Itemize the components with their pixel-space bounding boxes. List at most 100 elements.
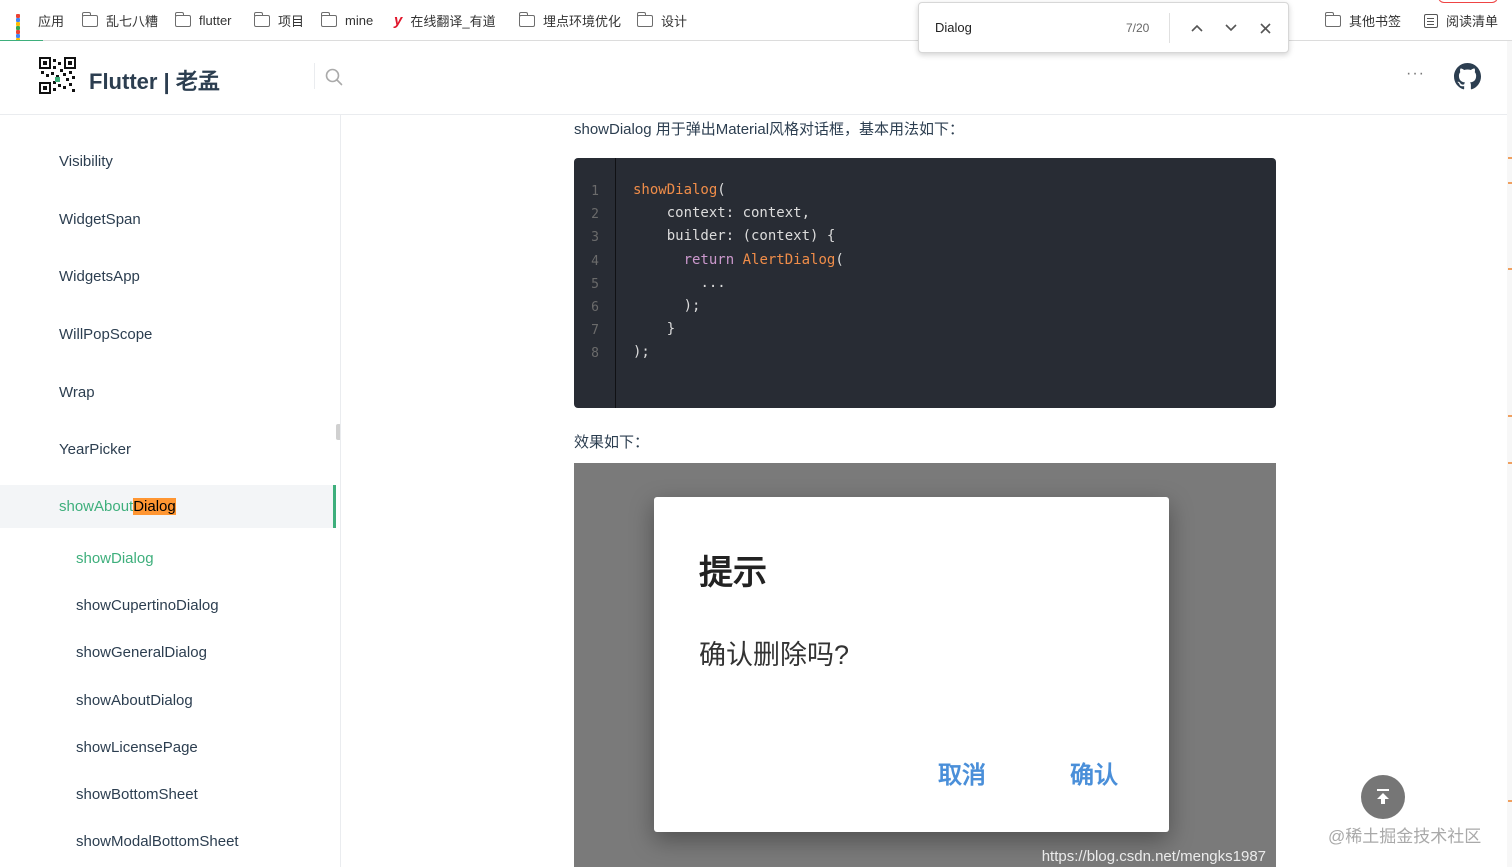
find-separator xyxy=(1169,13,1170,43)
bookmark-folder-projects[interactable]: 项目 xyxy=(253,0,305,41)
code-token: context: context, xyxy=(666,205,811,222)
bookmark-youdao[interactable]: y 在线翻译_有道 xyxy=(394,0,496,41)
line-number: 1 xyxy=(591,184,599,199)
back-to-top-button[interactable] xyxy=(1361,775,1405,819)
sidebar-scrollbar[interactable] xyxy=(336,424,340,440)
qr-code-logo[interactable] xyxy=(39,57,76,94)
bookmark-label: 项目 xyxy=(278,14,305,29)
folder-icon xyxy=(174,11,191,27)
result-label: 效果如下： xyxy=(574,434,650,451)
sidebar-subitem-showlicensepage[interactable]: showLicensePage xyxy=(0,739,336,756)
sidebar-subitem-showmodalbottomsheet[interactable]: showModalBottomSheet xyxy=(0,833,336,850)
folder-icon xyxy=(81,11,98,27)
dialog-title: 提示 xyxy=(699,554,767,592)
edge-marker xyxy=(1508,800,1512,802)
code-token: ( xyxy=(717,182,726,198)
code-line: return AlertDialog( xyxy=(633,252,844,268)
image-watermark: https://blog.csdn.net/mengks1987 xyxy=(1041,848,1266,865)
code-token: return xyxy=(683,251,743,268)
bookmark-other[interactable]: 其他书签 xyxy=(1324,0,1402,41)
edge-marker xyxy=(1508,182,1512,184)
bookmark-folder-misc[interactable]: 乱七八糟 xyxy=(81,0,159,41)
code-token: showDialog xyxy=(633,182,718,198)
sidebar-item-widgetsapp[interactable]: WidgetsApp xyxy=(0,268,336,285)
bookmark-reading-list[interactable]: 阅读清单 xyxy=(1424,0,1498,41)
code-token: ... xyxy=(700,274,726,291)
site-title[interactable]: Flutter | 老孟 xyxy=(89,64,220,96)
dialog-confirm-button: 确认 xyxy=(1070,762,1118,789)
github-icon[interactable] xyxy=(1454,63,1481,90)
edge-marker xyxy=(1508,462,1512,464)
bookmark-folder-tracking[interactable]: 埋点环境优化 xyxy=(518,0,621,41)
sidebar-item-yearpicker[interactable]: YearPicker xyxy=(0,441,336,458)
code-line: ... xyxy=(633,274,726,291)
reading-list-icon xyxy=(1424,13,1438,28)
bookmark-label: 乱七八糟 xyxy=(106,14,159,29)
sidebar-subitem-showaboutdialog[interactable]: showAboutDialog xyxy=(0,692,336,709)
bookmark-label: 应用 xyxy=(38,14,65,29)
sidebar-item-visibility[interactable]: Visibility xyxy=(0,153,336,170)
sidebar-item-widgetspan[interactable]: WidgetSpan xyxy=(0,211,336,228)
close-icon[interactable] xyxy=(1253,16,1277,40)
find-input[interactable]: Dialog xyxy=(935,20,972,35)
bookmark-folder-flutter[interactable]: flutter xyxy=(174,0,232,41)
search-match-highlight: Dialog xyxy=(133,498,176,515)
bookmark-folder-mine[interactable]: mine xyxy=(320,0,374,41)
folder-icon xyxy=(320,11,337,27)
code-line: ); xyxy=(633,298,701,314)
folder-icon xyxy=(1324,11,1341,27)
search-icon[interactable] xyxy=(325,68,343,86)
apps-grid-icon xyxy=(16,13,30,50)
code-token: AlertDialog xyxy=(742,251,836,268)
edge-marker xyxy=(1508,268,1512,270)
code-line: ); xyxy=(633,344,650,360)
sidebar-subitem-showcupertinodialog[interactable]: showCupertinoDialog xyxy=(0,597,336,614)
code-line: builder: (context) { xyxy=(633,228,836,245)
sidebar-subitem-showgeneraldialog[interactable]: showGeneralDialog xyxy=(0,644,336,661)
intro-paragraph: showDialog 用于弹出Material风格对话框，基本用法如下： xyxy=(574,121,965,138)
folder-icon xyxy=(518,11,535,27)
bookmark-label: flutter xyxy=(199,13,232,28)
line-number: 4 xyxy=(591,253,599,269)
code-line: context: context, xyxy=(633,205,810,221)
edge-marker xyxy=(1508,415,1512,417)
bookmark-label: mine xyxy=(345,13,374,28)
line-number: 6 xyxy=(591,300,599,315)
code-token: ); xyxy=(633,344,650,361)
dialog-cancel-button: 取消 xyxy=(938,762,986,789)
line-number: 3 xyxy=(591,230,599,246)
folder-icon xyxy=(636,11,653,27)
line-number: 5 xyxy=(591,276,599,292)
sidebar-subitem-showbottomsheet[interactable]: showBottomSheet xyxy=(0,786,336,803)
folder-icon xyxy=(253,11,270,27)
page-watermark: @稀土掘金技术社区 xyxy=(1328,827,1482,846)
alert-dialog-preview: 提示 确认删除吗? 取消 确认 xyxy=(654,497,1169,832)
edge-marker xyxy=(1508,157,1512,159)
chevron-down-icon[interactable] xyxy=(1219,16,1243,40)
line-number: 8 xyxy=(591,346,599,362)
code-token: builder: (context) { xyxy=(666,228,836,245)
sidebar-subitem-showdialog[interactable]: showDialog xyxy=(0,550,336,567)
more-options-icon[interactable]: ··· xyxy=(1406,65,1425,83)
code-line: showDialog( xyxy=(633,182,726,198)
line-number: 7 xyxy=(591,323,599,339)
arrow-up-icon xyxy=(1377,789,1389,804)
dialog-message: 确认删除吗? xyxy=(699,640,850,670)
line-number: 2 xyxy=(591,207,599,223)
sidebar-item-wrap[interactable]: Wrap xyxy=(0,384,336,401)
sidebar-item-showaboutdialog-active[interactable]: showAbout Dialog xyxy=(0,485,336,528)
sidebar-item-label: showAbout xyxy=(59,498,134,515)
find-in-page-bar: Dialog 7/20 xyxy=(918,2,1289,53)
find-match-count: 7/20 xyxy=(1126,21,1150,35)
code-block: 1 2 3 4 5 6 7 8 showDialog( context: context, b… xyxy=(574,158,1276,408)
demo-screenshot-image: 提示 确认删除吗? 取消 确认 https://blog.csdn.net/me… xyxy=(574,463,1276,867)
code-line: } xyxy=(633,321,675,337)
chevron-up-icon[interactable] xyxy=(1185,16,1209,40)
sidebar-item-willpopscope[interactable]: WillPopScope xyxy=(0,326,336,343)
sidebar-nav: Visibility WidgetSpan WidgetsApp WillPop… xyxy=(0,115,341,867)
bookmark-label: 其他书签 xyxy=(1349,14,1402,29)
youdao-icon: y xyxy=(394,12,403,29)
right-scrollbar-track[interactable] xyxy=(1507,41,1512,867)
bookmark-folder-design[interactable]: 设计 xyxy=(636,0,687,41)
bookmark-apps[interactable]: 应用 xyxy=(16,0,65,50)
